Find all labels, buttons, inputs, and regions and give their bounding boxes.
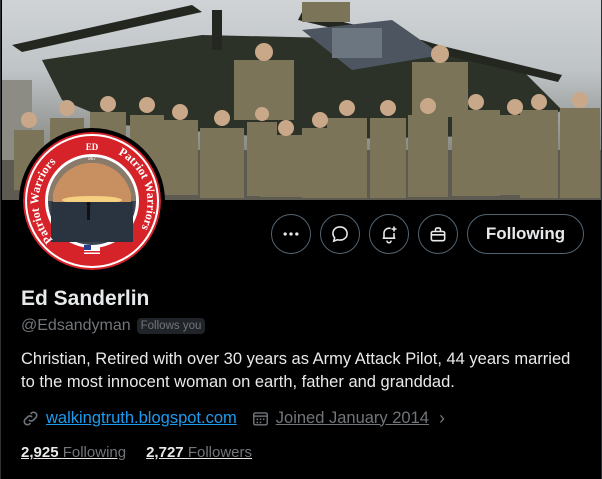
profile-avatar[interactable]: ED 967 Patriot Warriors Patriot Warriors — [19, 128, 165, 274]
following-button[interactable]: Following — [467, 214, 584, 254]
gift-icon — [430, 227, 446, 242]
user-handle: @Edsandyman — [21, 317, 131, 334]
message-button[interactable] — [320, 214, 360, 254]
following-stat[interactable]: 2,925 Following — [21, 444, 126, 461]
display-name: Ed Sanderlin — [21, 287, 150, 310]
message-icon — [332, 226, 348, 243]
link-icon — [23, 410, 38, 426]
follows-you-badge: Follows you — [136, 318, 206, 334]
patriot-warriors-logo: ED 967 Patriot Warriors Patriot Warriors — [23, 132, 161, 270]
chevron-right-icon: › — [438, 407, 445, 428]
more-button[interactable] — [271, 214, 311, 254]
website-link[interactable]: walkingtruth.blogspot.com — [46, 409, 237, 428]
more-icon — [283, 232, 299, 236]
followers-count: 2,727 — [146, 444, 188, 461]
handle-row: @Edsandyman Follows you — [21, 317, 206, 335]
website-item: walkingtruth.blogspot.com — [21, 409, 237, 428]
followers-label: Followers — [187, 444, 252, 461]
profile-page: ED 967 Patriot Warriors Patriot Warriors — [0, 0, 602, 479]
profile-meta: walkingtruth.blogspot.com Joined January… — [21, 406, 459, 430]
avatar-top-text: ED — [86, 142, 99, 152]
avatar-number: 967 — [88, 156, 97, 162]
subscribe-button[interactable] — [418, 214, 458, 254]
calendar-icon — [252, 411, 268, 426]
profile-bio: Christian, Retired with over 30 years as… — [21, 350, 571, 391]
following-count: 2,925 — [21, 444, 63, 461]
notify-button[interactable] — [369, 214, 409, 254]
followers-stat[interactable]: 2,727 Followers — [146, 444, 252, 461]
joined-date: Joined January 2014 — [275, 408, 429, 427]
joined-item[interactable]: Joined January 2014 › — [251, 408, 445, 429]
follow-stats: 2,925 Following 2,727 Followers — [21, 444, 272, 461]
notification-bell-icon — [382, 226, 397, 244]
following-label: Following — [62, 444, 127, 461]
